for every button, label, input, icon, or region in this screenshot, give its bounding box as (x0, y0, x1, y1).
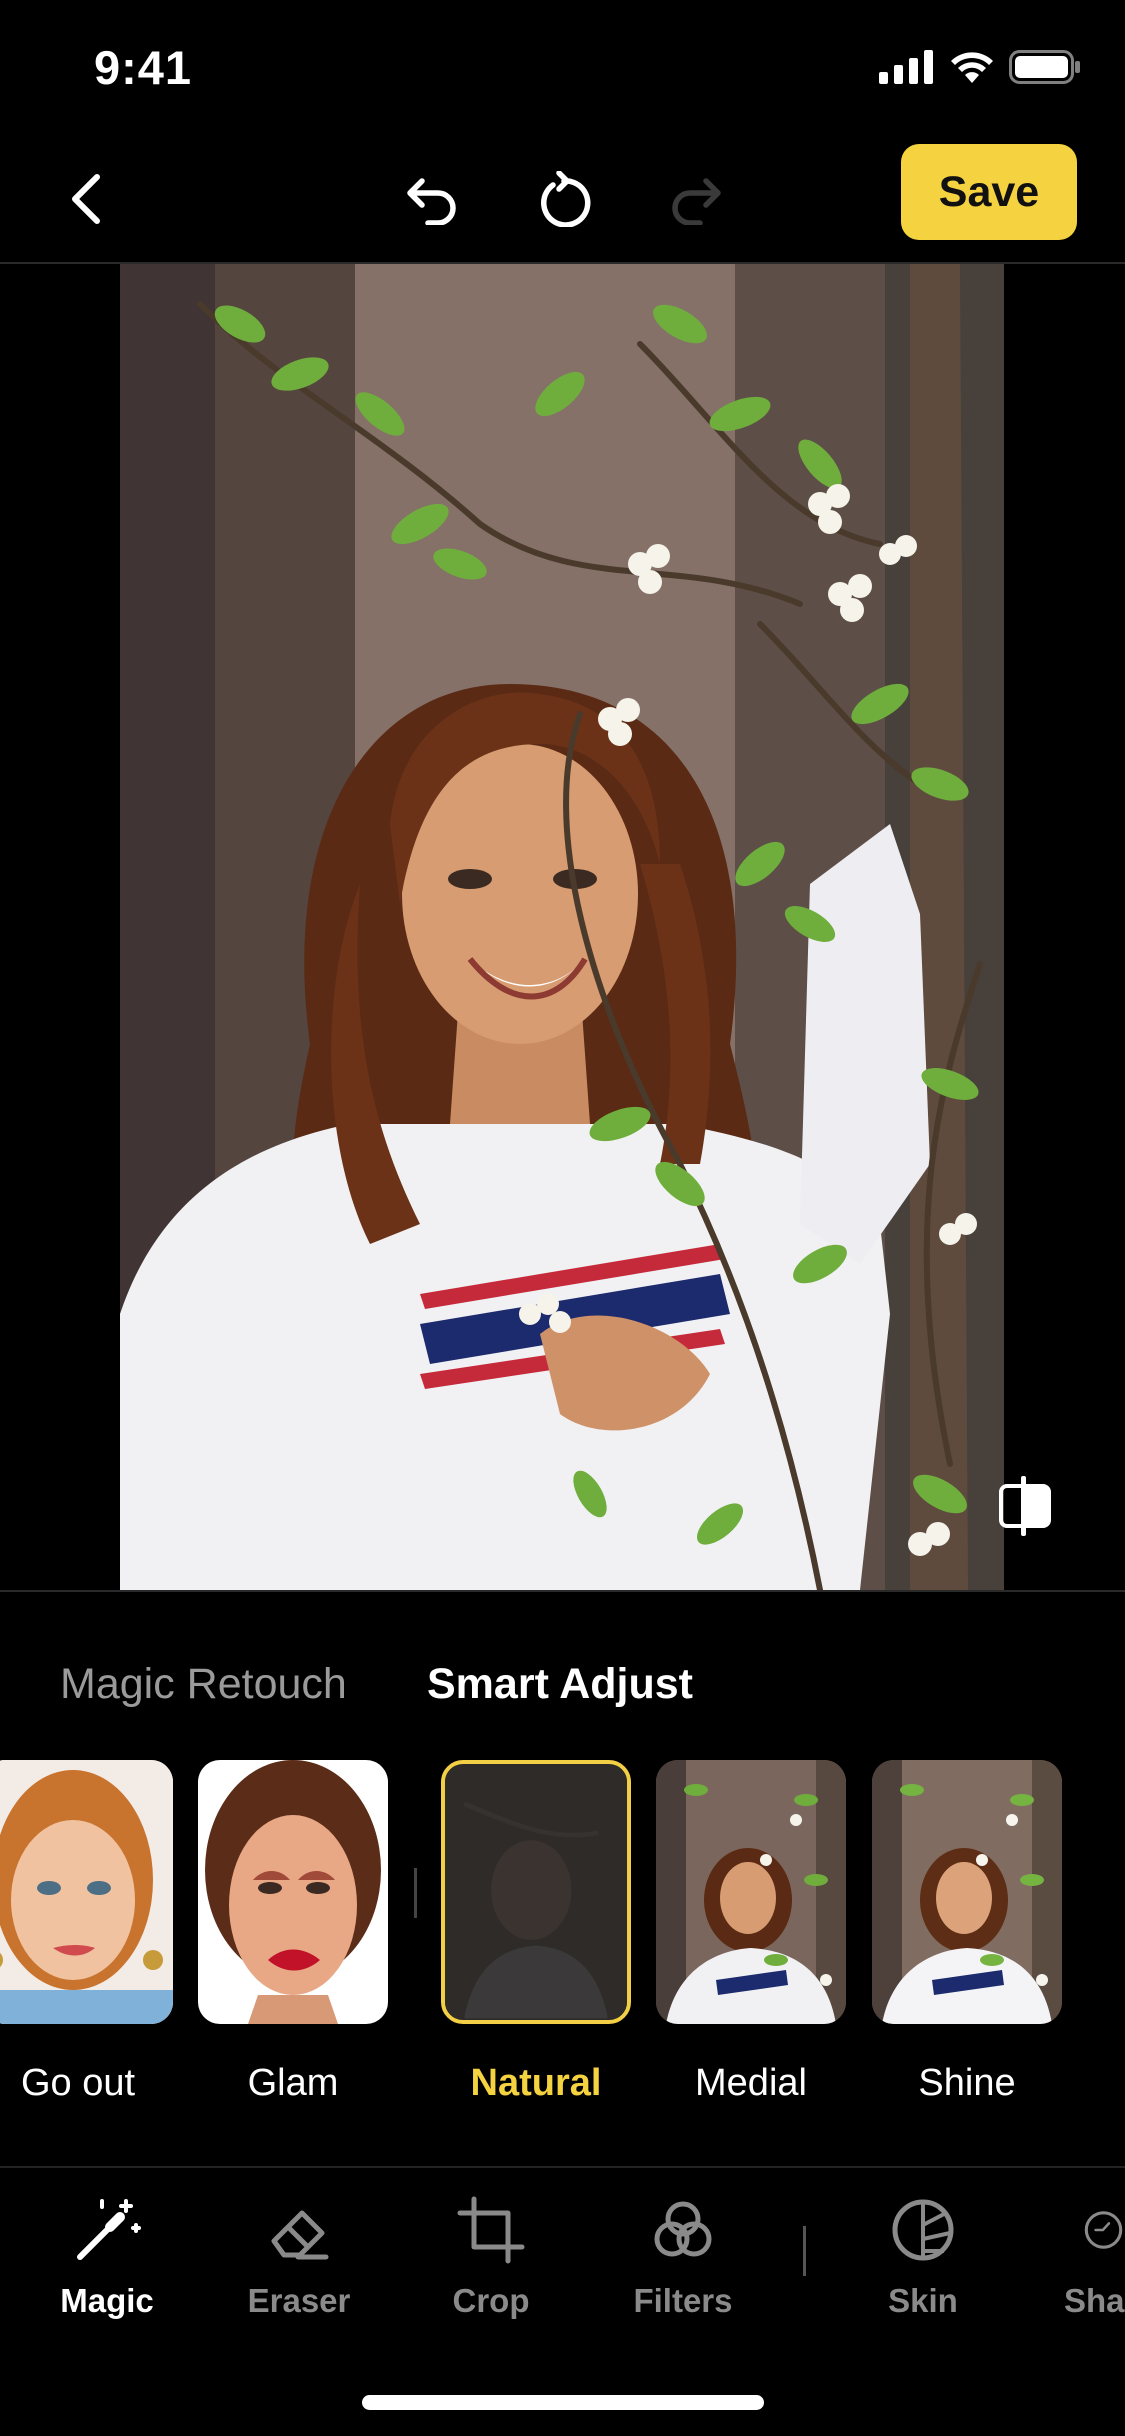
back-button[interactable] (50, 157, 120, 241)
tool-shape[interactable]: Sha (1030, 2190, 1125, 2320)
tool-label: Skin (888, 2282, 958, 2319)
tool-eraser[interactable]: Eraser (214, 2190, 384, 2320)
photo-editor-screen: 9:41 Save Magic Retouch Smart Adjust Go … (0, 0, 1125, 2436)
redo-icon (672, 178, 721, 225)
preset-medial-thumbnail (656, 1760, 846, 2024)
preset-label: Medial (695, 2062, 807, 2104)
status-bar: 9:41 (0, 0, 1125, 135)
battery-icon (1009, 50, 1080, 84)
rotate-reset-icon (541, 171, 591, 227)
tool-label: Eraser (247, 2282, 351, 2319)
shape-icon (1030, 2190, 1125, 2270)
preset-go-out[interactable]: Go out (0, 1760, 173, 2104)
preset-label: Go out (20, 2062, 136, 2104)
preset-glam-thumbnail (198, 1760, 388, 2024)
tab-magic-retouch[interactable]: Magic Retouch (60, 1660, 347, 1709)
preset-separator (414, 1868, 417, 1918)
tool-separator (803, 2226, 806, 2276)
tool-label: Sha (1064, 2282, 1125, 2319)
preset-medial[interactable]: Medial (656, 1760, 846, 2104)
tool-crop[interactable]: Crop (406, 2190, 576, 2320)
undo-button[interactable] (392, 159, 472, 239)
undo-icon (407, 178, 456, 225)
redo-button[interactable] (656, 159, 736, 239)
eraser-icon (214, 2190, 384, 2270)
preset-label: Shine (918, 2062, 1016, 2104)
preset-shine-thumbnail (872, 1760, 1062, 2024)
photo-divider (0, 1590, 1125, 1592)
preset-glam[interactable]: Glam (198, 1760, 388, 2104)
status-time: 9:41 (94, 41, 193, 94)
status-icons (879, 50, 1081, 84)
tab-smart-adjust[interactable]: Smart Adjust (427, 1660, 693, 1709)
skin-icon (838, 2190, 1008, 2270)
preset-label: Glam (247, 2062, 339, 2104)
tool-label: Filters (633, 2282, 733, 2319)
compare-split-icon (999, 1476, 1051, 1536)
magic-wand-icon (22, 2190, 192, 2270)
tool-magic[interactable]: Magic (22, 2190, 192, 2320)
preset-shine[interactable]: Shine (872, 1760, 1062, 2104)
tool-skin[interactable]: Skin (838, 2190, 1008, 2320)
tool-bar: Magic Eraser Crop Filters Skin Sha (0, 2168, 1125, 2368)
tool-label: Crop (452, 2282, 530, 2319)
home-indicator[interactable] (362, 2395, 764, 2410)
chevron-left-icon (72, 174, 100, 224)
preset-label: Natural (470, 2062, 602, 2104)
compare-button[interactable] (997, 1474, 1053, 1538)
crop-icon (406, 2190, 576, 2270)
photo-illustration (120, 264, 1004, 1590)
reset-button[interactable] (524, 159, 604, 239)
top-toolbar: Save (0, 135, 1125, 263)
preset-carousel[interactable]: Go out Glam Natural Medial Shine (0, 1760, 1125, 2104)
preset-natural-thumbnail (441, 1760, 631, 2024)
save-button[interactable]: Save (901, 144, 1077, 240)
filters-icon (598, 2190, 768, 2270)
edited-photo[interactable] (120, 264, 1004, 1590)
tool-filters[interactable]: Filters (598, 2190, 768, 2320)
wifi-icon (951, 52, 993, 83)
preset-go-out-thumbnail (0, 1760, 173, 2024)
tool-label: Magic (60, 2282, 154, 2319)
cellular-signal-icon (879, 50, 933, 84)
photo-canvas[interactable] (0, 264, 1125, 1590)
mode-tabs: Magic Retouch Smart Adjust (0, 1660, 1125, 1730)
preset-natural[interactable]: Natural (441, 1760, 631, 2104)
